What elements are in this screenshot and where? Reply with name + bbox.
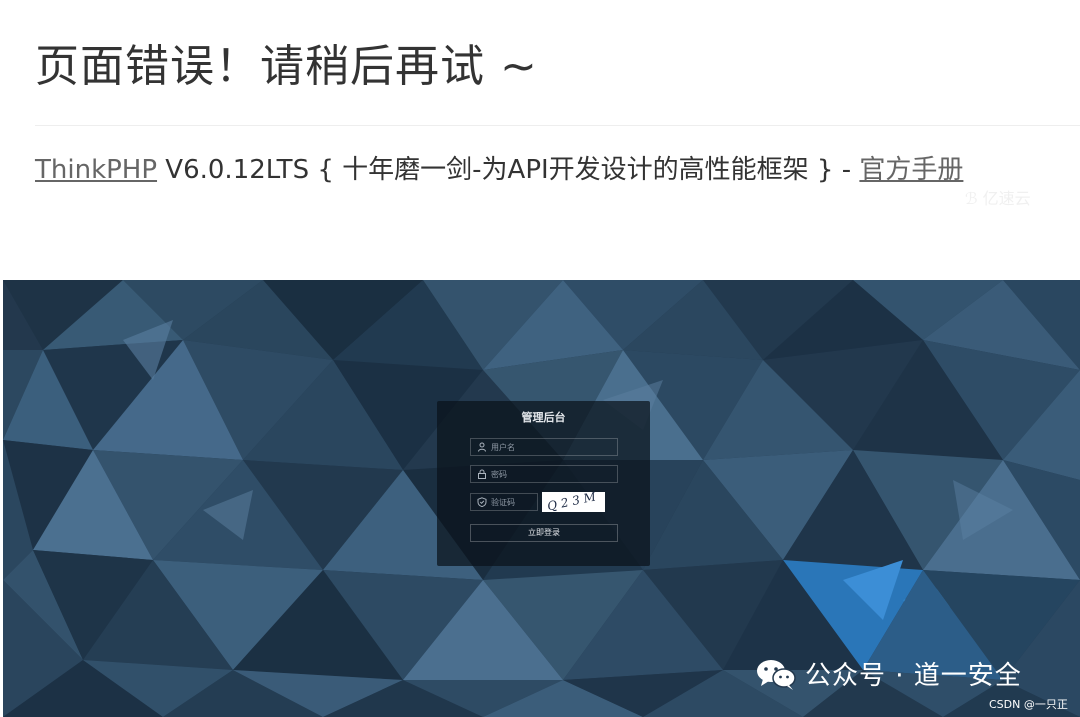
manual-link[interactable]: 官方手册 (859, 155, 963, 185)
framework-version: V6.0.12LTS (165, 155, 310, 185)
captcha-code: Q23M (545, 488, 602, 514)
username-placeholder: 用户名 (491, 443, 515, 452)
captcha-image[interactable]: Q23M (542, 489, 605, 513)
error-title: 页面错误！请稍后再试 ~ (35, 41, 538, 92)
password-field[interactable]: 密码 (470, 465, 618, 483)
username-field[interactable]: 用户名 (470, 438, 618, 456)
wechat-icon (757, 660, 796, 690)
login-screenshot: 管理后台 用户名 密码 验证码 Q23M 立即登录 公众号 · 道一安全 CSD… (3, 280, 1080, 717)
faded-watermark: ℬ 亿速云 (965, 189, 1031, 208)
login-button[interactable]: 立即登录 (470, 524, 618, 542)
captcha-placeholder: 验证码 (491, 498, 515, 507)
divider (35, 125, 1080, 126)
framework-link[interactable]: ThinkPHP (35, 155, 157, 185)
lock-icon (478, 469, 486, 479)
login-panel: 管理后台 用户名 密码 验证码 Q23M 立即登录 (437, 401, 650, 566)
watermark-text: 公众号 · 道一安全 (805, 661, 1022, 691)
login-title: 管理后台 (521, 411, 566, 424)
csdn-watermark: CSDN @一只正 (989, 698, 1068, 711)
password-placeholder: 密码 (491, 470, 507, 479)
framework-slogan: { 十年磨一剑-为API开发设计的高性能框架 } - (317, 155, 852, 185)
framework-info: ThinkPHP V6.0.12LTS { 十年磨一剑-为API开发设计的高性能… (35, 149, 963, 186)
captcha-field[interactable]: 验证码 (470, 493, 538, 511)
shield-icon (477, 497, 487, 507)
error-section: 页面错误！请稍后再试 ~ ThinkPHP V6.0.12LTS { 十年磨一剑… (0, 0, 1080, 280)
user-icon (478, 442, 486, 452)
